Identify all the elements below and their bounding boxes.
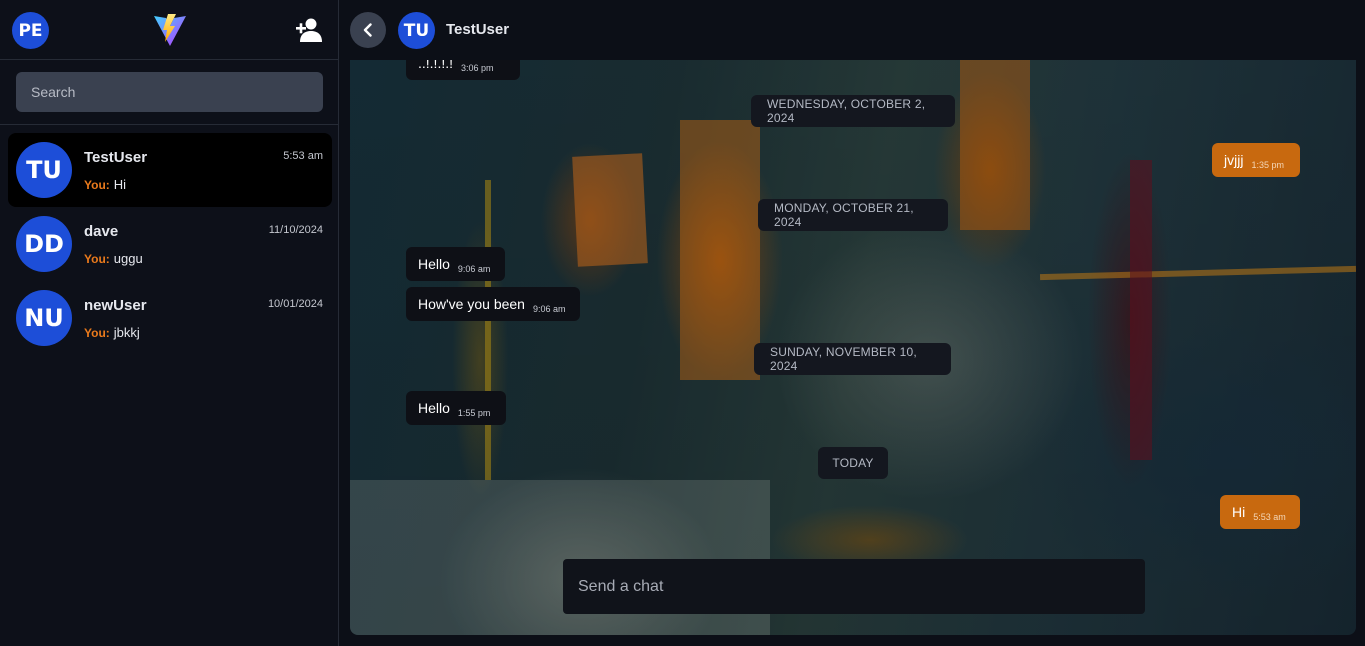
conversation-item-testuser[interactable]: TU TestUser 5:53 am You: Hi [8,133,332,207]
search-box [16,72,323,112]
chat-header-avatar[interactable]: TU [398,12,435,49]
background-stroke [1039,265,1356,281]
conversation-item-dave[interactable]: DD dave 11/10/2024 You: uggu [8,207,332,281]
conversation-time: 10/01/2024 [267,298,323,310]
message-list[interactable]: ..!.!.!.! 3:06 pm WEDNESDAY, OCTOBER 2, … [350,60,1356,635]
background-stroke [1130,160,1152,460]
conversation-item-newuser[interactable]: NU newUser 10/01/2024 You: jbkkj [8,281,332,355]
message-text: jvjjj [1224,152,1244,168]
back-button[interactable] [350,12,386,48]
avatar: DD [16,216,72,272]
conversation-time: 11/10/2024 [268,224,323,236]
conversation-preview: You: uggu [84,251,143,266]
vite-logo-icon [154,14,186,46]
conversation-preview: You: jbkkj [84,325,140,340]
message-text: Hello [418,400,450,416]
you-label: You: [84,178,110,192]
message-time: 3:06 pm [461,63,494,73]
you-label: You: [84,326,110,340]
message-input[interactable] [563,559,1145,614]
message-bubble-incoming[interactable]: How've you been 9:06 am [406,287,580,321]
conversation-preview: You: Hi [84,177,126,192]
composer [563,559,1145,614]
message-bubble-incoming[interactable]: Hello 1:55 pm [406,391,506,425]
message-time: 5:53 am [1253,512,1286,522]
background-stroke [572,153,648,267]
message-bubble-incoming[interactable]: ..!.!.!.! 3:06 pm [406,60,520,80]
message-time: 9:06 am [457,264,491,274]
add-user-icon[interactable] [296,17,322,43]
search-input[interactable] [16,72,323,112]
preview-text: jbkkj [113,325,140,340]
conversation-name: newUser [84,297,147,314]
avatar: NU [16,290,72,346]
chat-panel: TU TestUser ..!.!.!.! 3:06 pm WEDNESDAY,… [340,0,1365,646]
date-divider: TODAY [818,447,888,479]
message-time: 1:55 pm [457,408,491,418]
date-divider: SUNDAY, NOVEMBER 10, 2024 [754,343,951,375]
sidebar-header: PE [0,0,339,60]
message-text: Hi [1232,504,1246,520]
you-label: You: [84,252,110,266]
conversation-name: dave [84,223,119,240]
date-divider: MONDAY, OCTOBER 21, 2024 [758,199,948,231]
message-text: ..!.!.!.! [418,60,454,71]
current-user-avatar[interactable]: PE [12,12,49,49]
background-stroke [960,60,1030,230]
message-text: How've you been [418,296,525,312]
chat-header-name[interactable]: TestUser [446,21,509,38]
conversation-time: 5:53 am [283,150,323,162]
message-time: 1:35 pm [1251,160,1284,170]
preview-text: Hi [113,177,127,192]
chevron-left-icon [363,23,372,37]
sidebar-divider [0,124,339,125]
avatar: TU [16,142,72,198]
message-bubble-incoming[interactable]: Hello 9:06 am [406,247,505,281]
message-bubble-outgoing[interactable]: jvjjj 1:35 pm [1212,143,1300,177]
sidebar: PE TU TestUser 5:53 am You:H [0,0,339,646]
background-stroke [485,180,491,480]
message-text: Hello [418,256,450,272]
message-bubble-outgoing[interactable]: Hi 5:53 am [1220,495,1300,529]
background-stroke [680,120,760,380]
conversation-name: TestUser [84,149,148,166]
date-divider: WEDNESDAY, OCTOBER 2, 2024 [751,95,955,127]
message-time: 9:06 am [532,304,566,314]
preview-text: uggu [113,251,143,266]
